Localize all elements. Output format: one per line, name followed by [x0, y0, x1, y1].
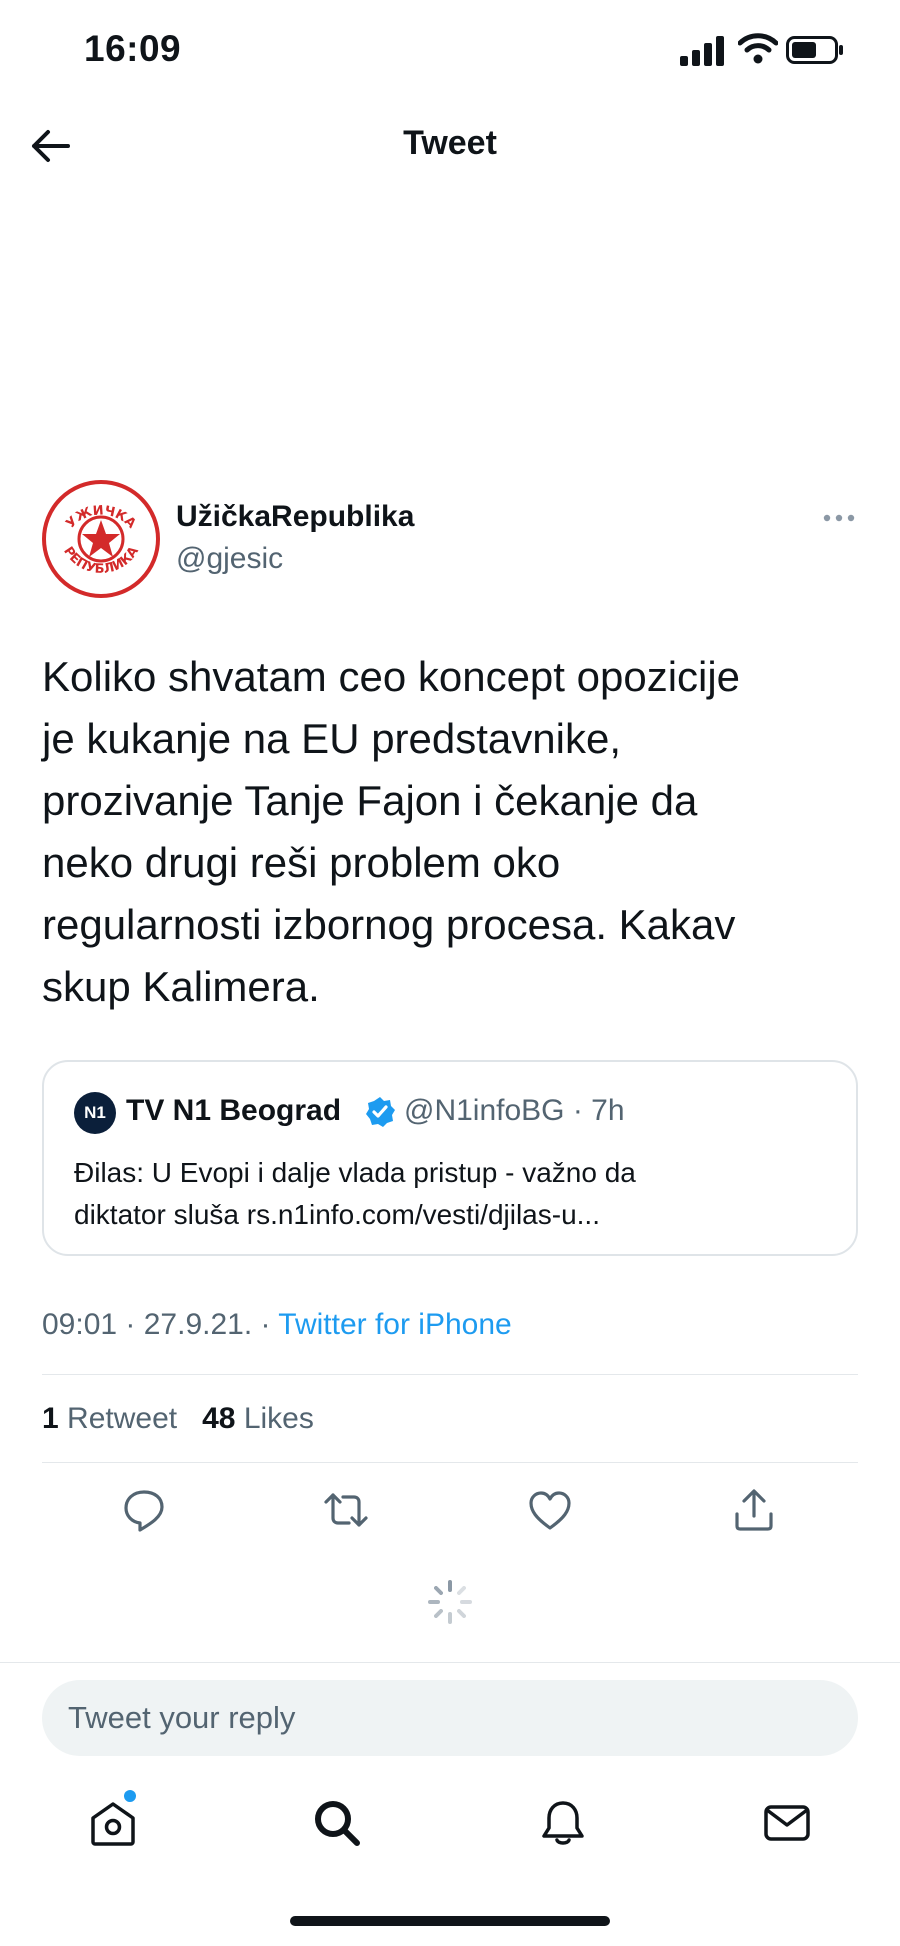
- tweet-line: Koliko shvatam ceo koncept opozicije: [42, 653, 741, 700]
- tweet-line: neko drugi reši problem oko: [42, 839, 561, 886]
- wifi-icon: [738, 33, 778, 64]
- bell-icon[interactable]: [536, 1796, 590, 1850]
- avatar[interactable]: УЖИЧКА РЕПУБЛИКА: [42, 480, 160, 598]
- author-display-name[interactable]: UžičkaRepublika: [176, 500, 414, 534]
- page-title: Tweet: [403, 124, 497, 162]
- quoted-tweet-card[interactable]: N1 TV N1 Beograd @N1infoBG · 7h Đilas: U…: [42, 1060, 858, 1256]
- tweet-line: skup Kalimera.: [42, 963, 320, 1010]
- tweet-meta: 09:01 · 27.9.21. · Twitter for iPhone: [42, 1308, 512, 1342]
- reply-input[interactable]: Tweet your reply: [42, 1680, 858, 1756]
- quoted-display-name: TV N1 Beograd: [126, 1094, 342, 1127]
- search-icon[interactable]: [310, 1796, 364, 1850]
- retweet-count[interactable]: 1: [42, 1402, 59, 1435]
- tweet-stats: 1 Retweet 48 Likes: [42, 1402, 314, 1436]
- like-label[interactable]: Likes: [244, 1402, 314, 1435]
- quoted-line: Đilas: U Evopi i dalje vlada pristup - v…: [74, 1157, 636, 1188]
- home-indicator[interactable]: [290, 1916, 610, 1926]
- quoted-line: diktator sluša rs.n1info.com/vesti/djila…: [74, 1199, 600, 1230]
- tweet-line: regularnosti izbornog procesa. Kakav: [42, 901, 736, 948]
- source-link[interactable]: Twitter for iPhone: [278, 1308, 511, 1341]
- reply-icon[interactable]: [120, 1486, 168, 1534]
- battery-icon: [786, 36, 843, 64]
- mail-icon[interactable]: [760, 1796, 814, 1850]
- reply-placeholder: Tweet your reply: [68, 1700, 296, 1735]
- divider: [42, 1374, 858, 1375]
- quoted-avatar: N1: [74, 1092, 116, 1134]
- retweet-icon[interactable]: [322, 1486, 370, 1534]
- heart-icon[interactable]: [526, 1486, 574, 1534]
- quoted-text: Đilas: U Evopi i dalje vlada pristup - v…: [74, 1152, 834, 1236]
- divider: [0, 1662, 900, 1663]
- retweet-label[interactable]: Retweet: [67, 1402, 177, 1435]
- tweet-text: Koliko shvatam ceo koncept opozicije je …: [42, 646, 872, 1018]
- quoted-handle-time: @N1infoBG · 7h: [404, 1094, 625, 1127]
- loading-spinner-icon: [428, 1580, 472, 1624]
- tweet-line: je kukanje na EU predstavnike,: [42, 715, 621, 762]
- like-count[interactable]: 48: [202, 1402, 235, 1435]
- divider: [42, 1462, 858, 1463]
- home-icon[interactable]: [86, 1796, 140, 1850]
- share-icon[interactable]: [730, 1486, 778, 1534]
- timestamp: 09:01 · 27.9.21. ·: [42, 1308, 279, 1341]
- author-handle[interactable]: @gjesic: [176, 542, 283, 576]
- republic-seal-icon: УЖИЧКА РЕПУБЛИКА: [60, 503, 142, 577]
- tweet-line: prozivanje Tanje Fajon i čekanje da: [42, 777, 698, 824]
- status-time: 16:09: [84, 28, 182, 69]
- more-options-icon[interactable]: [822, 508, 856, 528]
- back-arrow-icon[interactable]: [28, 124, 72, 168]
- cellular-signal-icon: [680, 36, 724, 66]
- verified-badge-icon: [366, 1097, 395, 1127]
